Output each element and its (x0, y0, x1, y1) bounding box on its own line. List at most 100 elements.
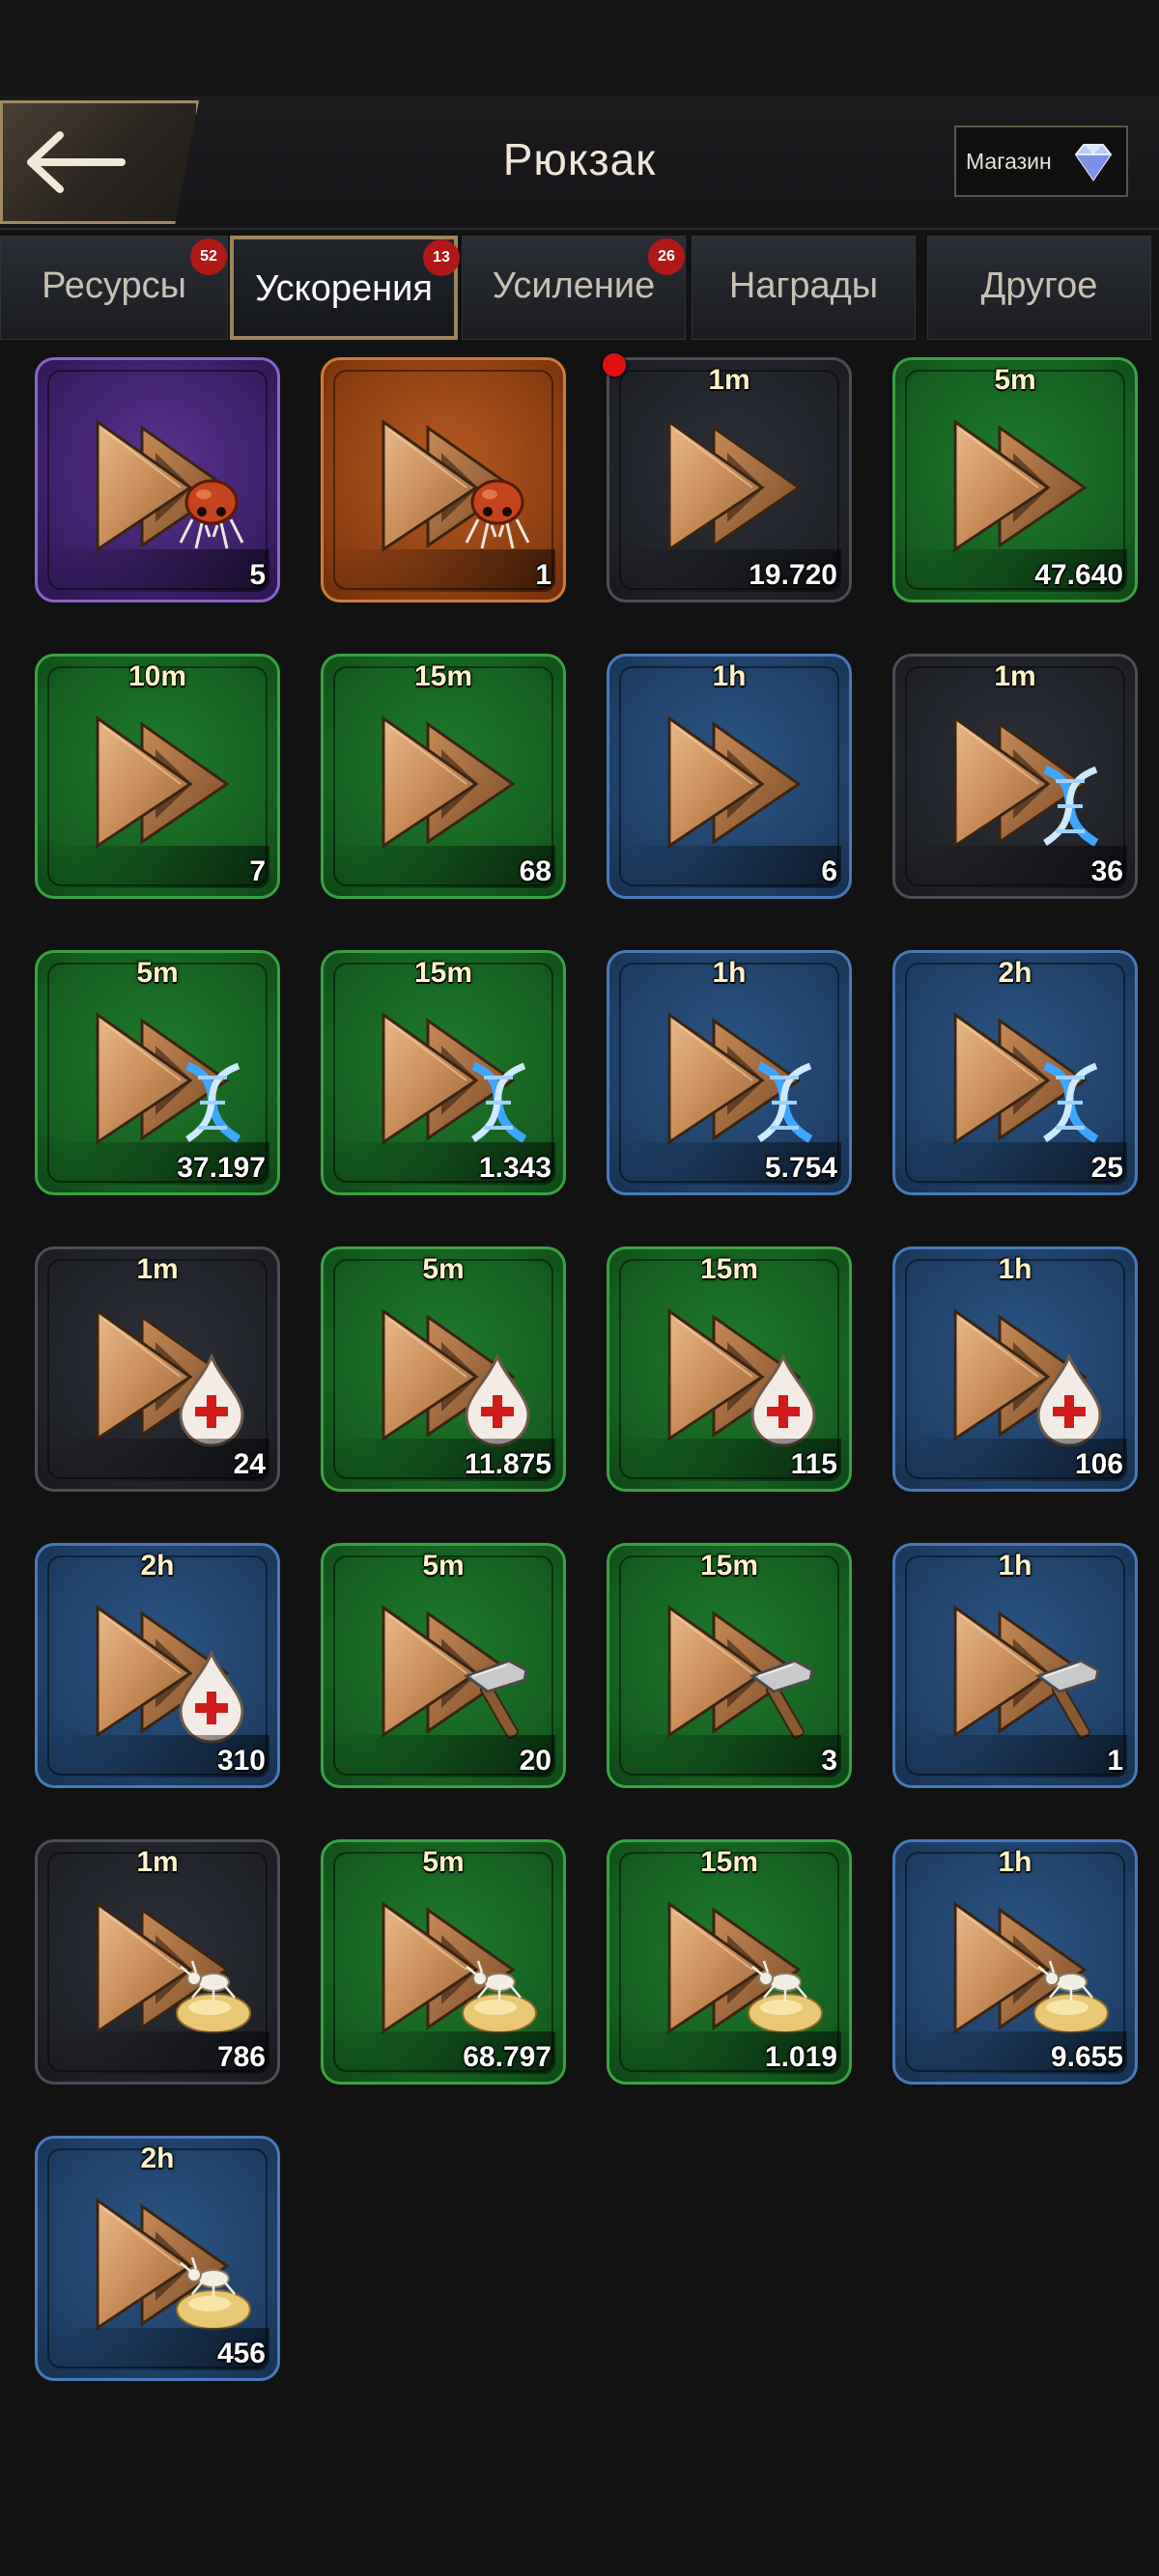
inventory-item[interactable]: 5m 68.797 (321, 1839, 566, 2085)
inventory-item[interactable]: 15m 68 (321, 654, 566, 899)
quantity-label: 7 (249, 855, 266, 887)
item-frame: 5 (35, 357, 280, 602)
duration-label: 1h (712, 957, 747, 989)
inventory-item[interactable]: 1m 36 (892, 654, 1138, 899)
duration-label: 5m (422, 1846, 465, 1878)
quantity-label: 24 (233, 1448, 266, 1480)
item-frame: 2h 310 (35, 1543, 280, 1788)
shop-label: Магазин (966, 149, 1052, 174)
inventory-item[interactable]: 1 (321, 357, 566, 602)
duration-label: 1h (998, 1253, 1032, 1285)
speedup-chevron-icon (667, 715, 802, 849)
item-frame: 5m 68.797 (321, 1839, 566, 2085)
status-bar (0, 0, 1159, 97)
quantity-label: 11.875 (464, 1448, 551, 1480)
inventory-item[interactable]: 1h 106 (892, 1246, 1138, 1492)
duration-label: 15m (699, 1550, 759, 1582)
ant-larva-icon (176, 2256, 251, 2330)
blood-drop-icon (179, 1649, 244, 1744)
blood-drop-icon (465, 1353, 530, 1447)
inventory-item[interactable]: 2h 456 (35, 2136, 280, 2381)
shop-button[interactable]: Магазин (954, 126, 1128, 197)
inventory-item[interactable]: 2h 25 (892, 950, 1138, 1195)
quantity-band (45, 549, 269, 592)
item-frame: 1 (321, 357, 566, 602)
tab-5[interactable]: Другое (927, 236, 1151, 340)
quantity-label: 456 (216, 2338, 266, 2369)
quantity-label: 3 (821, 1745, 837, 1777)
item-frame: 15m 1.019 (607, 1839, 852, 2085)
tab-4[interactable]: Награды (692, 236, 916, 340)
item-frame: 2h 456 (35, 2136, 280, 2381)
quantity-label: 37.197 (177, 1152, 266, 1184)
item-frame: 10m 7 (35, 654, 280, 899)
ant-larva-icon (1033, 1960, 1109, 2033)
quantity-label: 1.019 (764, 2041, 837, 2073)
item-frame: 5m 37.197 (35, 950, 280, 1195)
quantity-label: 68.797 (463, 2041, 551, 2073)
tab-2[interactable]: Ускорения 13 (230, 236, 460, 340)
blood-drop-icon (750, 1353, 816, 1447)
inventory-item[interactable]: 15m 3 (607, 1543, 852, 1788)
item-frame: 1m 24 (35, 1246, 280, 1492)
item-frame: 15m 1.343 (321, 950, 566, 1195)
quantity-label: 9.655 (1050, 2041, 1123, 2073)
duration-label: 1m (136, 1846, 179, 1878)
item-frame: 1h 5.754 (607, 950, 852, 1195)
quantity-label: 5.754 (764, 1152, 837, 1184)
duration-label: 15m (413, 660, 473, 692)
ant-larva-icon (462, 1960, 537, 2033)
quantity-label: 6 (821, 855, 837, 887)
hammer-icon (1034, 1659, 1100, 1739)
tab-1[interactable]: Ресурсы 52 (0, 236, 228, 340)
blood-drop-icon (179, 1353, 244, 1447)
quantity-band (45, 846, 269, 888)
duration-label: 5m (994, 364, 1036, 396)
tab-label: Ресурсы (42, 266, 186, 306)
tab-3[interactable]: Усиление 26 (462, 236, 686, 340)
ant-icon (465, 479, 530, 549)
dna-icon (185, 1061, 241, 1143)
inventory-item[interactable]: 5 (35, 357, 280, 602)
tab-bar: Ресурсы 52 Ускорения 13 Усиление 26 Награды Дру… (0, 236, 1159, 342)
duration-label: 1h (712, 660, 747, 692)
dna-icon (757, 1061, 813, 1143)
inventory-item[interactable]: 5m 20 (321, 1543, 566, 1788)
inventory-item[interactable]: 1m 786 (35, 1839, 280, 2085)
duration-label: 5m (422, 1253, 465, 1285)
inventory-item[interactable]: 10m 7 (35, 654, 280, 899)
quantity-label: 20 (519, 1745, 551, 1777)
quantity-label: 25 (1090, 1152, 1123, 1184)
inventory-item[interactable]: 1h 1 (892, 1543, 1138, 1788)
quantity-label: 47.640 (1034, 559, 1123, 591)
quantity-label: 106 (1074, 1448, 1123, 1480)
item-frame: 1m 19.720 (607, 357, 852, 602)
quantity-label: 786 (216, 2041, 266, 2073)
tab-label: Ускорения (255, 268, 433, 309)
inventory-item[interactable]: 1h 6 (607, 654, 852, 899)
inventory-item[interactable]: 15m 115 (607, 1246, 852, 1492)
inventory-item[interactable]: 5m 37.197 (35, 950, 280, 1195)
duration-label: 15m (699, 1846, 759, 1878)
item-frame: 1m 786 (35, 1839, 280, 2085)
inventory-item[interactable]: 15m 1.019 (607, 1839, 852, 2085)
inventory-item[interactable]: 1h 5.754 (607, 950, 852, 1195)
dna-icon (471, 1061, 527, 1143)
quantity-label: 68 (519, 855, 551, 887)
inventory-item[interactable]: 1m 24 (35, 1246, 280, 1492)
inventory-item[interactable]: 15m 1.343 (321, 950, 566, 1195)
quantity-label: 5 (249, 559, 266, 591)
speedup-chevron-icon (667, 419, 802, 552)
duration-label: 1m (708, 364, 750, 396)
new-indicator-dot (603, 353, 626, 377)
inventory-item[interactable]: 5m 47.640 (892, 357, 1138, 602)
inventory-item[interactable]: 1m 19.720 (603, 353, 852, 602)
inventory-item[interactable]: 5m 11.875 (321, 1246, 566, 1492)
inventory-item[interactable]: 2h 310 (35, 1543, 280, 1788)
quantity-band (331, 549, 555, 592)
duration-label: 1m (136, 1253, 179, 1285)
item-frame: 5m 47.640 (892, 357, 1138, 602)
duration-label: 10m (127, 660, 187, 692)
inventory-item[interactable]: 1h 9.655 (892, 1839, 1138, 2085)
tab-label: Усиление (492, 266, 656, 306)
